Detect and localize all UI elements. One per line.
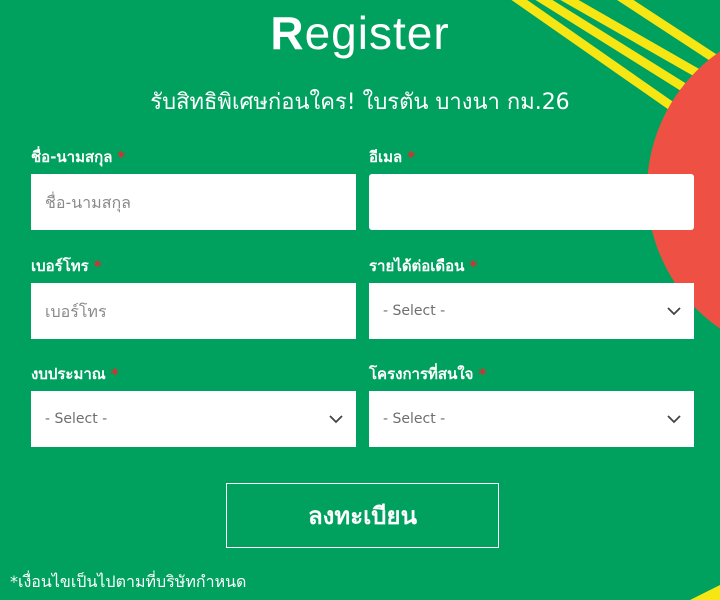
budget-label: งบประมาณ * — [31, 365, 119, 383]
required-marker: * — [117, 148, 126, 166]
name-field-group: ชื่อ-นามสกุล * — [31, 146, 356, 230]
phone-input[interactable] — [31, 283, 356, 339]
name-input[interactable] — [31, 174, 356, 230]
name-label: ชื่อ-นามสกุล * — [31, 148, 126, 166]
chevron-down-icon — [329, 415, 343, 424]
project-selected-value: - Select - — [383, 411, 446, 427]
phone-field-group: เบอร์โทร * — [31, 255, 356, 339]
budget-selected-value: - Select - — [45, 411, 108, 427]
required-marker: * — [478, 365, 487, 383]
terms-note: *เงื่อนไขเป็นไปตามที่บริษัทกำหนด — [10, 572, 247, 591]
phone-label: เบอร์โทร * — [31, 257, 102, 275]
email-input[interactable] — [369, 174, 694, 230]
register-button[interactable]: ลงทะเบียน — [226, 483, 499, 548]
income-select[interactable]: - Select - — [369, 283, 694, 339]
required-marker: * — [110, 365, 119, 383]
budget-select[interactable]: - Select - — [31, 391, 356, 447]
page-title: Register — [270, 7, 450, 59]
income-selected-value: - Select - — [383, 303, 446, 319]
email-label: อีเมล * — [369, 148, 416, 166]
email-field-group: อีเมล * — [369, 146, 694, 230]
chevron-down-icon — [667, 415, 681, 424]
project-field-group: โครงการที่สนใจ * - Select - — [369, 363, 694, 447]
income-field-group: รายได้ต่อเดือน * - Select - — [369, 255, 694, 339]
project-select[interactable]: - Select - — [369, 391, 694, 447]
income-label: รายได้ต่อเดือน * — [369, 257, 478, 275]
required-marker: * — [93, 257, 102, 275]
required-marker: * — [469, 257, 478, 275]
budget-field-group: งบประมาณ * - Select - — [31, 363, 356, 447]
project-label: โครงการที่สนใจ * — [369, 365, 487, 383]
page-subtitle: รับสิทธิพิเศษก่อนใคร! ใบรตัน บางนา กม.26 — [150, 90, 570, 115]
corner-accent — [690, 585, 720, 600]
required-marker: * — [407, 148, 416, 166]
chevron-down-icon — [667, 307, 681, 316]
